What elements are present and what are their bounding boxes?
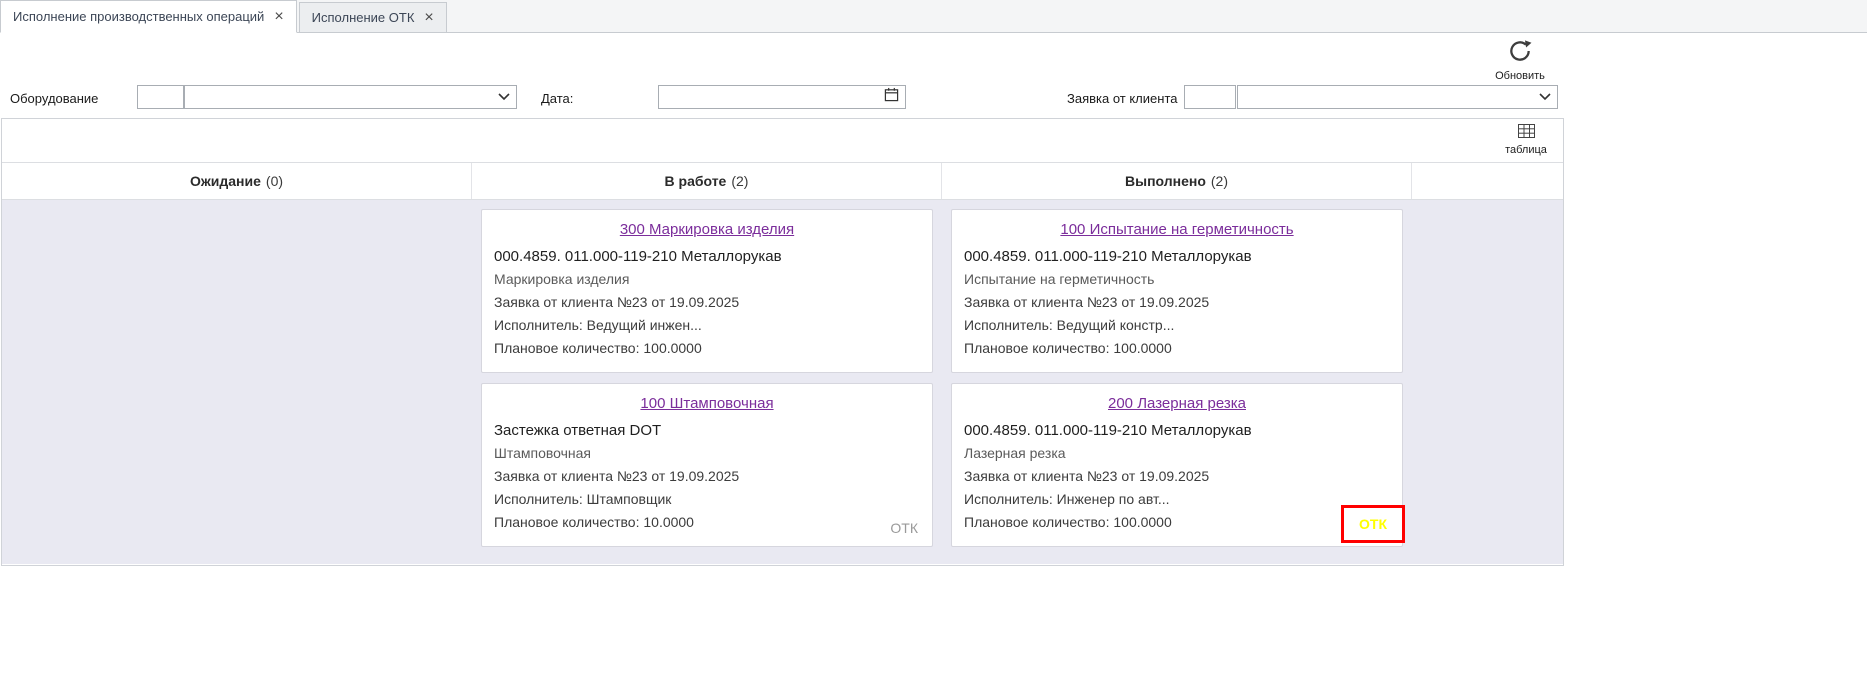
kanban-card[interactable]: 100 Штамповочная Застежка ответная DOT Ш…	[481, 383, 933, 547]
card-executor: Исполнитель: Штамповщик	[494, 488, 920, 511]
column-in-progress: 300 Маркировка изделия 000.4859. 011.000…	[472, 200, 942, 564]
date-label: Дата:	[541, 91, 573, 106]
tab-label: Исполнение ОТК	[312, 10, 415, 25]
client-request-code-input[interactable]	[1184, 85, 1236, 109]
card-product: Застежка ответная DOT	[494, 419, 920, 442]
kanban-column-bodies: 300 Маркировка изделия 000.4859. 011.000…	[2, 200, 1563, 564]
kanban-card[interactable]: 200 Лазерная резка 000.4859. 011.000-119…	[951, 383, 1403, 547]
calendar-icon[interactable]	[884, 87, 899, 107]
kanban-card[interactable]: 100 Испытание на герметичность 000.4859.…	[951, 209, 1403, 373]
kanban-toolbar: таблица	[2, 119, 1563, 163]
card-executor: Исполнитель: Ведущий инжен...	[494, 314, 920, 337]
column-count: (2)	[1211, 173, 1228, 189]
otk-label: ОТК	[890, 520, 918, 536]
kanban-card[interactable]: 300 Маркировка изделия 000.4859. 011.000…	[481, 209, 933, 373]
card-executor: Исполнитель: Ведущий констр...	[964, 314, 1390, 337]
card-product: 000.4859. 011.000-119-210 Металлорукав	[964, 245, 1390, 268]
app-window: Исполнение производственных операций × И…	[0, 0, 1867, 674]
tab-bar: Исполнение производственных операций × И…	[0, 0, 1867, 33]
equipment-code-input[interactable]	[137, 85, 184, 109]
close-icon[interactable]: ×	[424, 10, 433, 26]
card-client-request: Заявка от клиента №23 от 19.09.2025	[964, 465, 1390, 488]
card-client-request: Заявка от клиента №23 от 19.09.2025	[494, 291, 920, 314]
tab-otk-execution[interactable]: Исполнение ОТК ×	[299, 2, 447, 32]
close-icon[interactable]: ×	[274, 9, 283, 25]
column-header-waiting: Ожидание (0)	[2, 163, 472, 199]
refresh-label: Обновить	[1488, 70, 1552, 82]
filters-row: Оборудование Дата: Заявка от клиента	[0, 84, 1867, 112]
refresh-icon	[1507, 51, 1533, 68]
column-header-filler	[1412, 163, 1563, 199]
client-request-label: Заявка от клиента	[1067, 91, 1177, 106]
column-count: (2)	[731, 173, 748, 189]
card-operation: Штамповочная	[494, 442, 920, 465]
kanban-panel: таблица Ожидание (0) В работе (2) Выполн…	[1, 118, 1564, 566]
card-planned-quantity: Плановое количество: 100.0000	[964, 337, 1390, 360]
equipment-label: Оборудование	[10, 91, 98, 106]
card-executor: Исполнитель: Инженер по авт...	[964, 488, 1390, 511]
card-title-link[interactable]: 300 Маркировка изделия	[494, 221, 920, 238]
card-planned-quantity: Плановое количество: 100.0000	[494, 337, 920, 360]
kanban-column-headers: Ожидание (0) В работе (2) Выполнено (2)	[2, 163, 1563, 200]
card-planned-quantity: Плановое количество: 100.0000	[964, 511, 1390, 534]
date-input[interactable]	[658, 85, 906, 109]
refresh-button[interactable]: Обновить	[1488, 38, 1552, 82]
column-body-filler	[1412, 200, 1563, 564]
tab-production-operations[interactable]: Исполнение производственных операций ×	[0, 0, 297, 33]
card-product: 000.4859. 011.000-119-210 Металлорукав	[494, 245, 920, 268]
card-title-link[interactable]: 100 Штамповочная	[494, 395, 920, 412]
column-waiting	[2, 200, 472, 564]
card-client-request: Заявка от клиента №23 от 19.09.2025	[494, 465, 920, 488]
card-planned-quantity: Плановое количество: 10.0000	[494, 511, 920, 534]
column-title: Ожидание	[190, 173, 261, 189]
column-title: Выполнено	[1125, 173, 1206, 189]
tab-label: Исполнение производственных операций	[13, 9, 264, 24]
table-view-label: таблица	[1501, 144, 1551, 156]
column-count: (0)	[266, 173, 283, 189]
card-product: 000.4859. 011.000-119-210 Металлорукав	[964, 419, 1390, 442]
client-request-select[interactable]	[1237, 85, 1558, 109]
table-view-button[interactable]: таблица	[1501, 124, 1551, 156]
card-client-request: Заявка от клиента №23 от 19.09.2025	[964, 291, 1390, 314]
card-operation: Лазерная резка	[964, 442, 1390, 465]
column-header-in-progress: В работе (2)	[472, 163, 942, 199]
column-title: В работе	[665, 173, 727, 189]
card-operation: Маркировка изделия	[494, 268, 920, 291]
chevron-down-icon[interactable]	[498, 88, 510, 106]
column-done: 100 Испытание на герметичность 000.4859.…	[942, 200, 1412, 564]
column-header-done: Выполнено (2)	[942, 163, 1412, 199]
table-icon	[1518, 125, 1535, 142]
otk-badge-highlighted[interactable]: ОТК	[1341, 505, 1405, 543]
chevron-down-icon[interactable]	[1539, 88, 1551, 106]
equipment-select[interactable]	[184, 85, 517, 109]
card-operation: Испытание на герметичность	[964, 268, 1390, 291]
card-title-link[interactable]: 200 Лазерная резка	[964, 395, 1390, 412]
card-title-link[interactable]: 100 Испытание на герметичность	[964, 221, 1390, 238]
